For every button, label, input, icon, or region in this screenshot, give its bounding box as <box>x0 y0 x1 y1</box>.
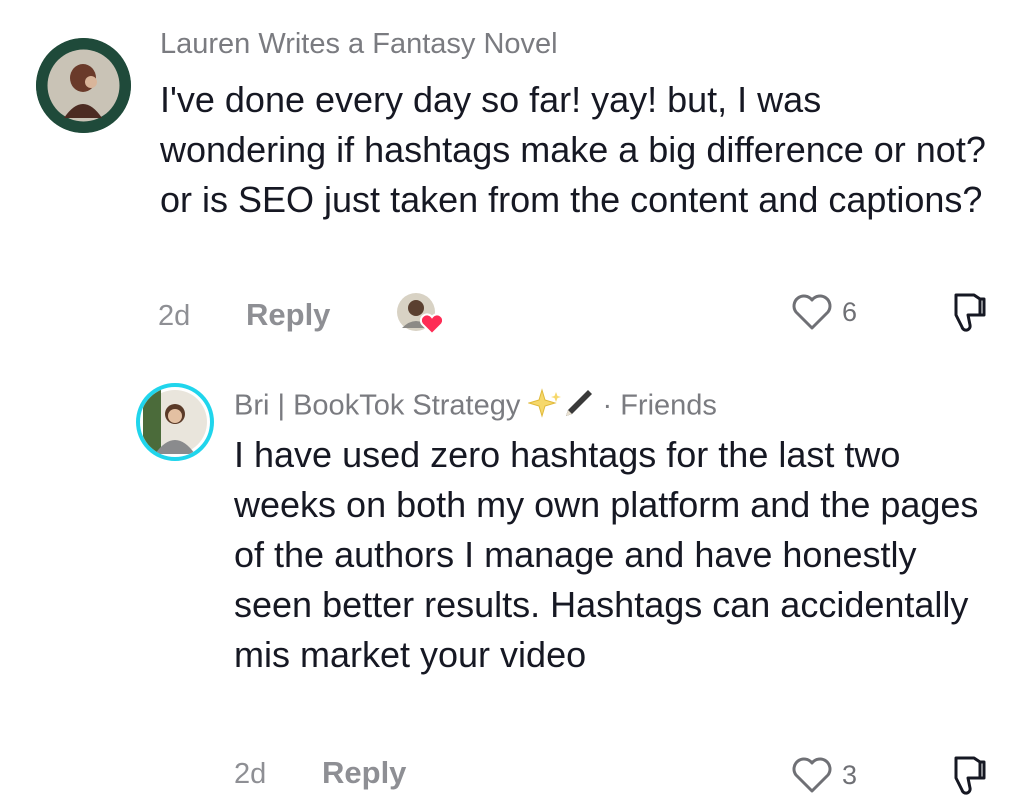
heart-outline-icon <box>790 755 834 795</box>
dislike-button[interactable] <box>944 289 988 333</box>
dislike-icon <box>944 289 988 333</box>
reply-button[interactable]: Reply <box>246 297 330 333</box>
like-button[interactable]: 3 <box>790 755 857 795</box>
comment-username[interactable]: Bri | BookTok Strategy · Friends <box>234 386 717 428</box>
sparkle-pen-emoji-icon <box>527 386 594 428</box>
like-count: 3 <box>842 759 858 790</box>
dislike-button[interactable] <box>944 752 988 796</box>
comment-username[interactable]: Lauren Writes a Fantasy Novel <box>160 28 558 61</box>
comment-timestamp: 2d <box>158 300 191 332</box>
comment-text: I have used zero hashtags for the last t… <box>234 434 979 675</box>
dislike-icon <box>944 752 988 796</box>
avatar[interactable] <box>136 383 214 461</box>
heart-outline-icon <box>790 292 834 332</box>
creator-heart-icon <box>419 313 445 336</box>
like-button[interactable]: 6 <box>790 292 857 332</box>
username-text[interactable]: Bri | BookTok Strategy <box>234 390 520 422</box>
reply-button[interactable]: Reply <box>322 755 406 791</box>
comment-timestamp: 2d <box>234 758 267 790</box>
creator-liked-badge <box>396 292 448 336</box>
friends-label: · Friends <box>602 389 717 422</box>
comment-text: I've done every day so far! yay! but, I … <box>160 79 986 220</box>
like-count: 6 <box>842 296 858 327</box>
avatar[interactable] <box>36 38 131 133</box>
